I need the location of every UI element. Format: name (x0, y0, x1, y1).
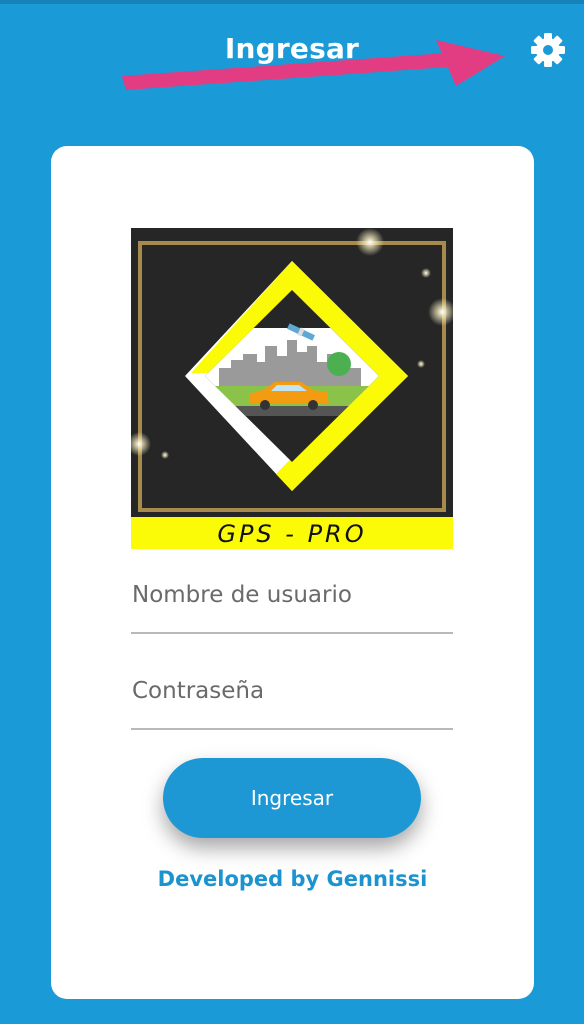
username-field[interactable]: Nombre de usuario (131, 570, 453, 634)
gear-icon[interactable] (528, 30, 568, 70)
login-button[interactable]: Ingresar (163, 758, 421, 838)
login-card: GPS - PRO Nombre de usuario Contraseña I… (51, 146, 534, 999)
annotation-arrow (122, 40, 505, 90)
logo-text: GPS - PRO (217, 520, 366, 548)
password-placeholder: Contraseña (132, 678, 265, 704)
gps-pro-logo: GPS - PRO (131, 228, 453, 549)
app-bar: Ingresar (0, 0, 584, 110)
developer-credit-link[interactable]: Developed by Gennissi (51, 867, 534, 891)
password-field[interactable]: Contraseña (131, 666, 453, 730)
username-placeholder: Nombre de usuario (132, 582, 352, 608)
